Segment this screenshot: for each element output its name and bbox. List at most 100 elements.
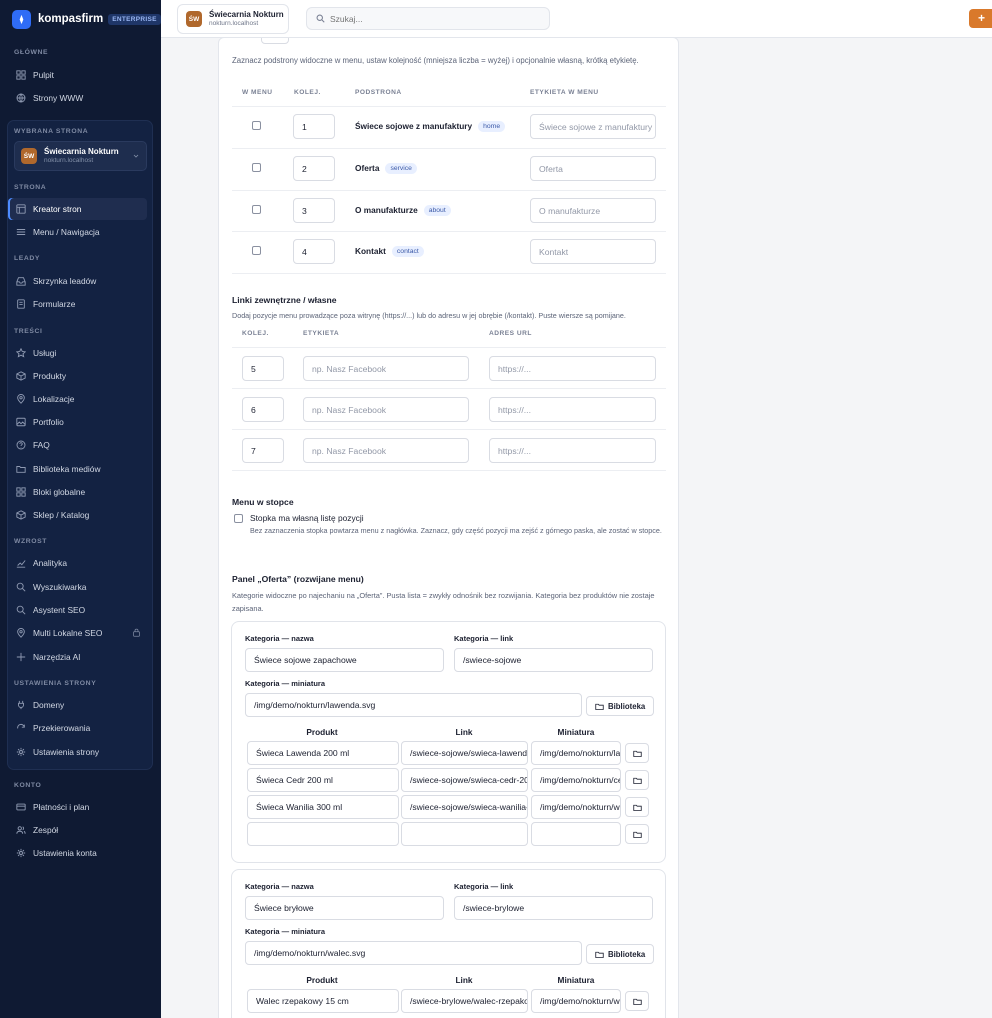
product-link-input[interactable]: /swiece-sojowe/swieca-lawenda-200 (401, 741, 528, 765)
product-link-input[interactable]: /swiece-brylowe/walec-rzepakowy-15 (401, 989, 528, 1013)
section-heading-main: GŁÓWNE (14, 49, 49, 56)
product-link-input[interactable]: /swiece-sojowe/swieca-wanilia-300 (401, 795, 528, 819)
category-thumb-input[interactable]: /img/demo/nokturn/walec.svg (245, 941, 582, 965)
category-link-input[interactable]: /swiece-sojowe (454, 648, 653, 672)
product-link-input[interactable] (401, 822, 528, 846)
menu-label-input[interactable]: O manufakturze (530, 198, 656, 223)
sidebar-item-tresci-2[interactable]: Lokalizacje (8, 388, 147, 410)
sidebar-item-tresci-0[interactable]: Usługi (8, 342, 147, 364)
menu-label-input[interactable]: Oferta (530, 156, 656, 181)
product-thumb-library-button[interactable] (625, 770, 649, 790)
sidebar-item-ustawienia-2[interactable]: Ustawienia strony (8, 741, 147, 763)
sidebar-item-wzrost-3[interactable]: Multi Lokalne SEO (8, 622, 147, 644)
brand[interactable]: kompasfirm ENTERPRISE (12, 8, 161, 30)
category-name-input[interactable]: Świece sojowe zapachowe (245, 648, 444, 672)
category-name-input[interactable]: Świece bryłowe (245, 896, 444, 920)
sidebar-item-ustawienia-0[interactable]: Domeny (8, 694, 147, 716)
sidebar-item-tresci-4[interactable]: FAQ (8, 434, 147, 456)
footer-own-list-checkbox[interactable] (234, 514, 243, 523)
footer-own-list-label: Stopka ma własną listę pozycji (250, 513, 364, 523)
ext-label-input[interactable]: np. Nasz Facebook (303, 438, 469, 463)
sparkle-icon (16, 652, 26, 662)
in-menu-checkbox[interactable] (252, 163, 261, 172)
help-icon (16, 440, 26, 450)
ext-order-input[interactable]: 5 (242, 356, 284, 381)
library-button[interactable]: Biblioteka (586, 944, 654, 964)
menu-label-input[interactable]: Kontakt (530, 239, 656, 264)
folder-icon (595, 703, 604, 710)
ext-order-input[interactable]: 6 (242, 397, 284, 422)
sidebar-item-leady-1[interactable]: Formularze (8, 293, 147, 315)
menu-icon (16, 227, 26, 237)
sidebar-item-tresci-5[interactable]: Biblioteka mediów (8, 458, 147, 480)
card-icon (16, 802, 26, 812)
sidebar-item-main-0[interactable]: Pulpit (8, 64, 147, 86)
ext-url-input[interactable]: https://... (489, 438, 656, 463)
product-thumb-input[interactable]: /img/demo/nokturn/lawenda.svg (531, 741, 621, 765)
sidebar-item-konto-2[interactable]: Ustawienia konta (8, 842, 147, 864)
sidebar-item-tresci-1[interactable]: Produkty (8, 365, 147, 387)
col-order: KOLEJ. (294, 89, 321, 96)
sidebar-item-wzrost-0[interactable]: Analityka (8, 552, 147, 574)
order-input[interactable]: 2 (293, 156, 335, 181)
panel-title: Panel „Oferta” (rozwijane menu) (232, 574, 364, 584)
sidebar-item-ustawienia-1[interactable]: Przekierowania (8, 717, 147, 739)
sidebar-item-konto-0[interactable]: Płatności i plan (8, 796, 147, 818)
panel-description: Kategorie widoczne po najechaniu na „Ofe… (232, 591, 655, 613)
row-divider (232, 148, 666, 149)
order-input[interactable]: 1 (293, 114, 335, 139)
add-button[interactable]: + (969, 9, 992, 28)
product-thumb-input[interactable]: /img/demo/nokturn/cedr.svg (531, 768, 621, 792)
sidebar-item-wzrost-4[interactable]: Narzędzia AI (8, 646, 147, 668)
sidebar-item-main-1[interactable]: Strony WWW (8, 87, 147, 109)
col-thumb: Miniatura (557, 727, 595, 737)
sidebar-item-label: Pulpit (33, 70, 54, 80)
product-thumb-library-button[interactable] (625, 743, 649, 763)
menu-label-input[interactable]: Świece sojowe z manufaktury (530, 114, 656, 139)
product-name-input[interactable]: Świeca Cedr 200 ml (247, 768, 399, 792)
site-switcher[interactable]: ŚW Świecarnia Nokturn nokturn.localhost (177, 4, 289, 34)
ext-label-input[interactable]: np. Nasz Facebook (303, 356, 469, 381)
sidebar-item-konto-1[interactable]: Zespół (8, 819, 147, 841)
sidebar-item-leady-0[interactable]: Skrzynka leadów (8, 270, 147, 292)
order-input[interactable]: 3 (293, 198, 335, 223)
in-menu-checkbox[interactable] (252, 205, 261, 214)
sidebar-item-tresci-6[interactable]: Bloki globalne (8, 481, 147, 503)
product-thumb-library-button[interactable] (625, 991, 649, 1011)
order-input-partial[interactable] (261, 38, 289, 44)
product-thumb-input[interactable]: /img/demo/nokturn/wanilia.svg (531, 795, 621, 819)
in-menu-checkbox[interactable] (252, 246, 261, 255)
product-name-input[interactable]: Walec rzepakowy 15 cm (247, 989, 399, 1013)
product-name-input[interactable] (247, 822, 399, 846)
row-divider (232, 106, 666, 107)
sidebar-item-strona-1[interactable]: Menu / Nawigacja (8, 221, 147, 243)
order-input[interactable]: 4 (293, 239, 335, 264)
sidebar-item-strona-0[interactable]: Kreator stron (8, 198, 147, 220)
product-thumb-library-button[interactable] (625, 797, 649, 817)
sidebar-site-selector[interactable]: ŚW Świecarnia Nokturn nokturn.localhost (14, 141, 147, 171)
sidebar-item-wzrost-2[interactable]: Asystent SEO (8, 599, 147, 621)
sidebar-item-wzrost-1[interactable]: Wyszukiwarka (8, 576, 147, 598)
product-thumb-library-button[interactable] (625, 824, 649, 844)
sidebar-item-label: Kreator stron (33, 204, 82, 214)
sidebar-item-tresci-7[interactable]: Sklep / Katalog (8, 504, 147, 526)
ext-label-input[interactable]: np. Nasz Facebook (303, 397, 469, 422)
product-thumb-input[interactable]: /img/demo/nokturn/walec.svg (531, 989, 621, 1013)
library-button[interactable]: Biblioteka (586, 696, 654, 716)
category-thumb-input[interactable]: /img/demo/nokturn/lawenda.svg (245, 693, 582, 717)
ext-url-input[interactable]: https://... (489, 397, 656, 422)
search-input[interactable] (330, 13, 530, 24)
product-name-input[interactable]: Świeca Wanilia 300 ml (247, 795, 399, 819)
section-heading-ustawienia: USTAWIENIA STRONY (14, 680, 97, 687)
ext-url-input[interactable]: https://... (489, 356, 656, 381)
product-link-input[interactable]: /swiece-sojowe/swieca-cedr-200 (401, 768, 528, 792)
library-button-label: Biblioteka (608, 701, 646, 711)
in-menu-checkbox[interactable] (252, 121, 261, 130)
product-thumb-input[interactable] (531, 822, 621, 846)
ext-order-input[interactable]: 7 (242, 438, 284, 463)
search-box[interactable] (306, 7, 550, 30)
category-link-input[interactable]: /swiece-brylowe (454, 896, 653, 920)
product-name-input[interactable]: Świeca Lawenda 200 ml (247, 741, 399, 765)
page-type-badge: about (423, 204, 451, 216)
sidebar-item-tresci-3[interactable]: Portfolio (8, 411, 147, 433)
